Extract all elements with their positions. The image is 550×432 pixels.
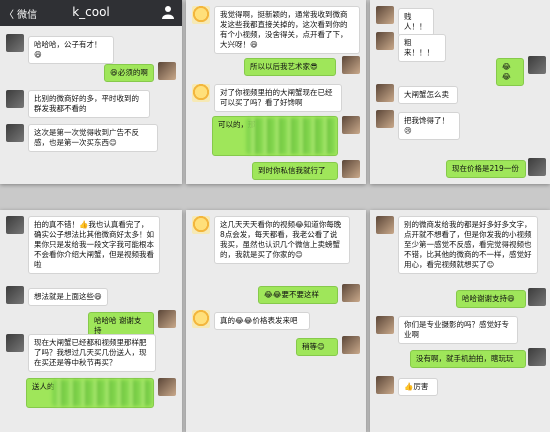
avatar[interactable]: [342, 284, 360, 302]
censored-message: [52, 380, 152, 406]
message-bubble: 😂😂: [496, 58, 524, 86]
message-bubble: 哈哈谢谢支持😄: [456, 290, 526, 308]
avatar[interactable]: [6, 34, 24, 52]
chat-screenshot-2: 我觉得啊，挺新颖的，通常我收到微商发这些我都直接关掉的，这次看到你的有个小视频，…: [186, 0, 366, 184]
message-bubble: 比别的微商好的多，平时收到的群发我都不看的: [28, 90, 150, 118]
avatar[interactable]: [158, 310, 176, 328]
message-bubble: 把我馋得了！😢: [398, 112, 460, 140]
message-bubble: 👍厉害: [398, 378, 438, 396]
avatar[interactable]: [376, 6, 394, 24]
avatar[interactable]: [158, 62, 176, 80]
avatar[interactable]: [528, 348, 546, 366]
censored-message: [246, 118, 336, 154]
avatar[interactable]: [376, 216, 394, 234]
message-bubble: 这次是第一次觉得收到广告不反感，也是第一次买东西😊: [28, 124, 158, 152]
avatar[interactable]: [376, 376, 394, 394]
message-bubble: 稍等😊: [296, 338, 338, 356]
message-bubble: 现在大闸蟹已经都和视频里那样肥了吗？我想过几天买几份送人，现在买还是等中秋节再买…: [28, 334, 156, 372]
avatar[interactable]: [158, 378, 176, 396]
avatar[interactable]: [376, 84, 394, 102]
chat-screenshot-1: 〈 微信 k_cool 哈哈哈，公子有才！😄 😆必须的啊 比别的微商好的多，平时…: [0, 0, 182, 184]
avatar[interactable]: [528, 56, 546, 74]
avatar[interactable]: [376, 110, 394, 128]
avatar[interactable]: [342, 160, 360, 178]
avatar[interactable]: [192, 216, 210, 234]
avatar[interactable]: [6, 286, 24, 304]
message-bubble: 真的😂😂价格表发来吧: [214, 312, 310, 330]
message-bubble: 没有啊，就手机拍拍，瞎玩玩: [410, 350, 526, 368]
avatar[interactable]: [342, 56, 360, 74]
avatar[interactable]: [6, 334, 24, 352]
avatar[interactable]: [6, 216, 24, 234]
message-bubble: 你们是专业摄影的吗？感觉好专业啊: [398, 316, 518, 344]
message-bubble: 现在价格是219一份: [446, 160, 526, 178]
avatar[interactable]: [192, 310, 210, 328]
avatar[interactable]: [6, 90, 24, 108]
message-bubble: 我觉得啊，挺新颖的，通常我收到微商发这些我都直接关掉的，这次看到你的有个小视频，…: [214, 6, 360, 54]
message-bubble: 到时你私信我就行了: [252, 162, 338, 180]
person-icon[interactable]: [162, 5, 174, 19]
avatar[interactable]: [528, 288, 546, 306]
chat-title: k_cool: [72, 5, 110, 19]
chat-screenshot-3: 贱人！！ 粗来！！！ 😂😂 大闸蟹怎么卖 把我馋得了！😢 现在价格是219一份: [370, 0, 550, 184]
message-bubble: 😆必须的啊: [104, 64, 154, 82]
avatar[interactable]: [528, 158, 546, 176]
chat-screenshot-5: 这几天天天看你的视频😂知道你每晚8点会发，每天都看，我老公看了说我买，虽然也认识…: [186, 210, 366, 432]
avatar[interactable]: [192, 6, 210, 24]
message-bubble: 大闸蟹怎么卖: [398, 86, 458, 104]
message-bubble: 对了你视频里拍的大闸蟹现在已经可以买了吗？看了好馋啊: [214, 84, 342, 112]
avatar[interactable]: [342, 336, 360, 354]
chat-screenshot-6: 别的微商发给我的都是好多好多文字，点开就不想看了，但是你发我的小视频至少第一感觉…: [370, 210, 550, 432]
avatar[interactable]: [342, 116, 360, 134]
avatar[interactable]: [376, 32, 394, 50]
chat-screenshot-4: 拍的真不错！👍我也认真看完了，确实公子想法比其他微商好太多！如果你只是发给我一段…: [0, 210, 182, 432]
message-bubble: 拍的真不错！👍我也认真看完了，确实公子想法比其他微商好太多！如果你只是发给我一段…: [28, 216, 160, 274]
message-bubble: 这几天天天看你的视频😂知道你每晚8点会发，每天都看，我老公看了说我买，虽然也认识…: [214, 216, 350, 264]
message-bubble: 想法就是上面这些😄: [28, 288, 108, 306]
message-bubble: 粗来！！！: [398, 34, 446, 62]
avatar[interactable]: [6, 124, 24, 142]
message-bubble: 别的微商发给我的都是好多好多文字，点开就不想看了，但是你发我的小视频至少第一感觉…: [398, 216, 538, 274]
message-bubble: 哈哈哈，公子有才！😄: [28, 36, 114, 64]
message-bubble: 贱人！！: [398, 8, 434, 36]
message-bubble: 所以以后我艺术家😎: [244, 58, 336, 76]
avatar[interactable]: [376, 316, 394, 334]
avatar[interactable]: [192, 84, 210, 102]
nav-bar: 〈 微信 k_cool: [0, 0, 182, 26]
message-bubble: 😂😂要不要这样: [258, 286, 338, 304]
